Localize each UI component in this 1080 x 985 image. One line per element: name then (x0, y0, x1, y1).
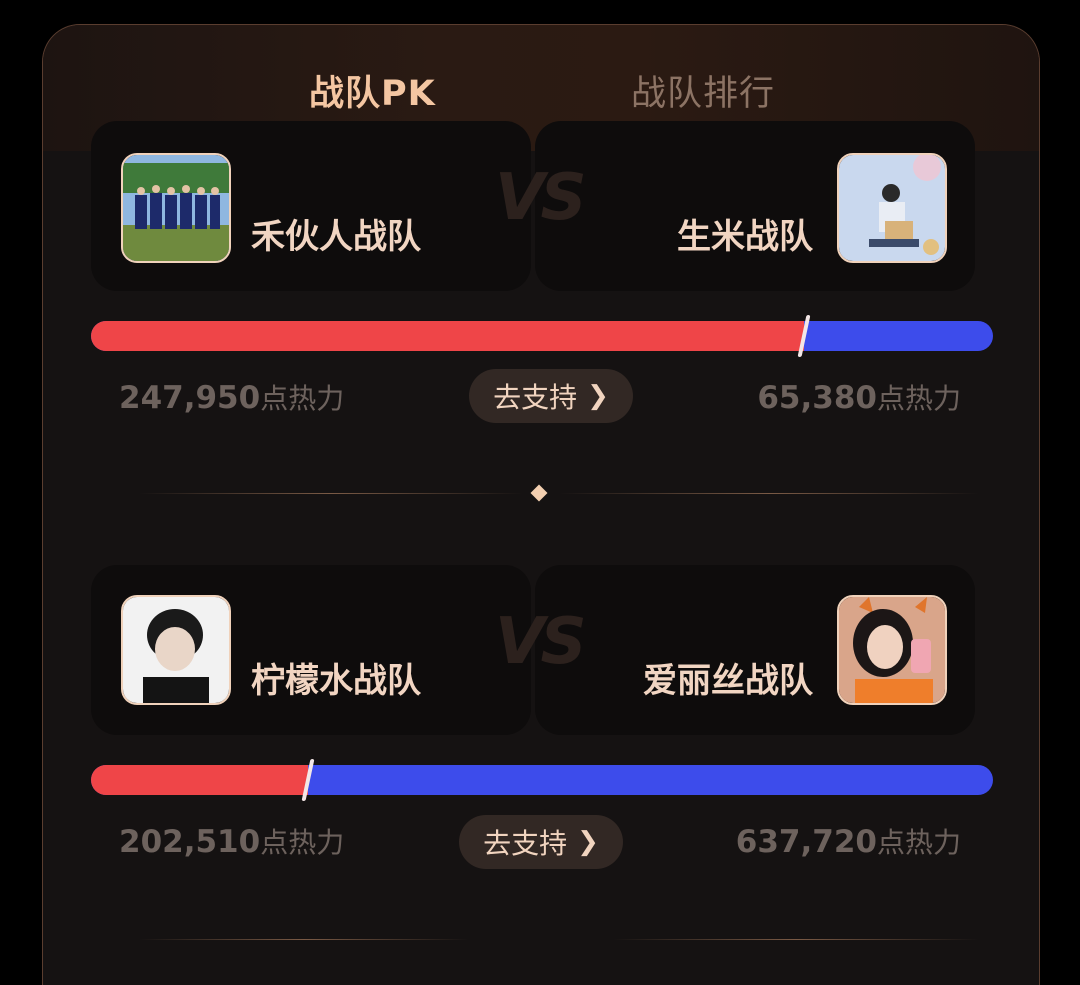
team-avatar (837, 153, 947, 263)
left-team-score: 247,950点热力 (119, 380, 345, 416)
chevron-right-icon: ❯ (587, 381, 609, 411)
right-team-name: 爱丽丝战队 (643, 661, 813, 701)
left-team-name: 禾伙人战队 (251, 217, 421, 257)
team-avatar (837, 595, 947, 705)
right-team-score: 637,720点热力 (735, 824, 961, 860)
left-team-score: 202,510点热力 (119, 824, 345, 860)
support-button[interactable]: 去支持 ❯ (469, 369, 633, 423)
chevron-right-icon: ❯ (577, 827, 599, 857)
vs-label: VS (495, 605, 587, 679)
left-team-progress (91, 321, 805, 351)
heat-progress-bar (91, 765, 993, 795)
section-divider (139, 939, 469, 940)
team-panel: 战队PK 战队排行 禾伙人战队 生米战队 VS 247,950点热力 去支持 ❯… (42, 24, 1040, 985)
diamond-icon (530, 484, 548, 502)
section-divider (139, 493, 523, 494)
left-team-progress (91, 765, 309, 795)
heat-progress-bar (91, 321, 993, 351)
right-team-card[interactable]: 生米战队 (535, 121, 975, 291)
support-button[interactable]: 去支持 ❯ (459, 815, 623, 869)
section-divider (613, 939, 979, 940)
right-team-card[interactable]: 爱丽丝战队 (535, 565, 975, 735)
left-team-card[interactable]: 禾伙人战队 (91, 121, 531, 291)
section-divider (559, 493, 979, 494)
vs-label: VS (495, 161, 587, 235)
left-team-name: 柠檬水战队 (251, 661, 421, 701)
tab-team-ranking[interactable]: 战队排行 (631, 65, 775, 116)
right-team-score: 65,380点热力 (757, 380, 961, 416)
left-team-card[interactable]: 柠檬水战队 (91, 565, 531, 735)
team-avatar (121, 595, 231, 705)
team-avatar (121, 153, 231, 263)
tab-team-pk[interactable]: 战队PK (309, 65, 436, 116)
right-team-name: 生米战队 (677, 217, 813, 257)
